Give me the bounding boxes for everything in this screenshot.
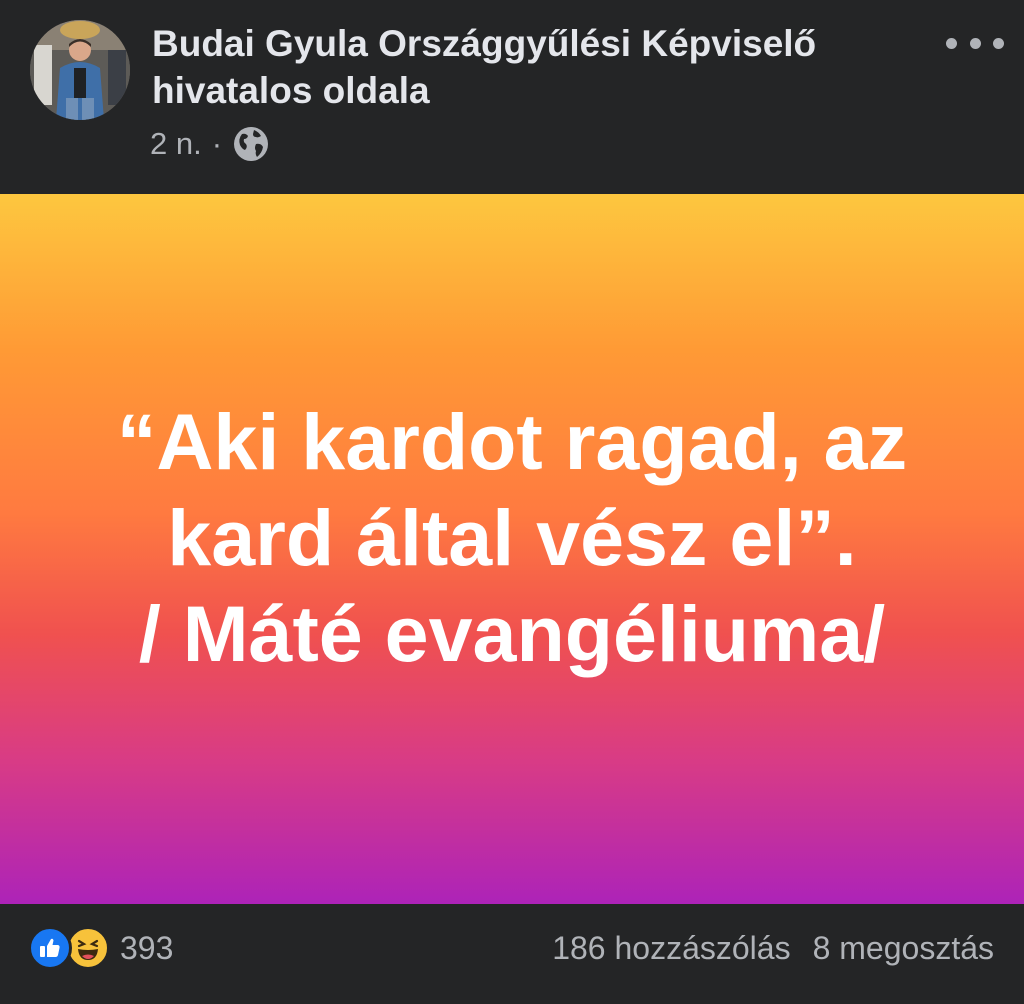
post-footer: 393 186 hozzászólás 8 megosztás: [0, 904, 1024, 1004]
more-dot: [993, 37, 1004, 49]
more-options-button[interactable]: [946, 28, 1004, 58]
post-timestamp[interactable]: 2 n.: [150, 126, 202, 162]
post-header: Budai Gyula Országgyűlési Képviselő hiva…: [0, 0, 1024, 194]
shares-count-link[interactable]: 8 megosztás: [813, 930, 994, 967]
more-dot: [946, 37, 957, 49]
facebook-post: Budai Gyula Országgyűlési Képviselő hiva…: [0, 0, 1024, 1004]
haha-icon: [66, 926, 110, 970]
meta-separator: ·: [211, 126, 223, 161]
post-background[interactable]: “Aki kardot ragad, az kard által vész el…: [0, 194, 1024, 904]
avatar-photo: [30, 20, 130, 120]
page-name-link[interactable]: Budai Gyula Országgyűlési Képviselő hiva…: [152, 20, 912, 114]
quote-line: “Aki kardot ragad, az: [116, 397, 908, 486]
comments-count-link[interactable]: 186 hozzászólás: [552, 930, 790, 967]
more-dot: [969, 37, 981, 49]
post-meta: 2 n. ·: [150, 124, 270, 164]
reactions-summary[interactable]: 393: [28, 926, 173, 970]
quote-line: / Máté evangéliuma/: [138, 589, 886, 678]
globe-icon[interactable]: [232, 125, 270, 163]
quote-line: kard által vész el”.: [167, 493, 857, 582]
like-icon: [28, 926, 72, 970]
avatar[interactable]: [30, 20, 130, 120]
engagement-counts: 186 hozzászólás 8 megosztás: [552, 926, 994, 970]
post-quote: “Aki kardot ragad, az kard által vész el…: [62, 394, 962, 682]
reaction-count: 393: [120, 929, 174, 966]
